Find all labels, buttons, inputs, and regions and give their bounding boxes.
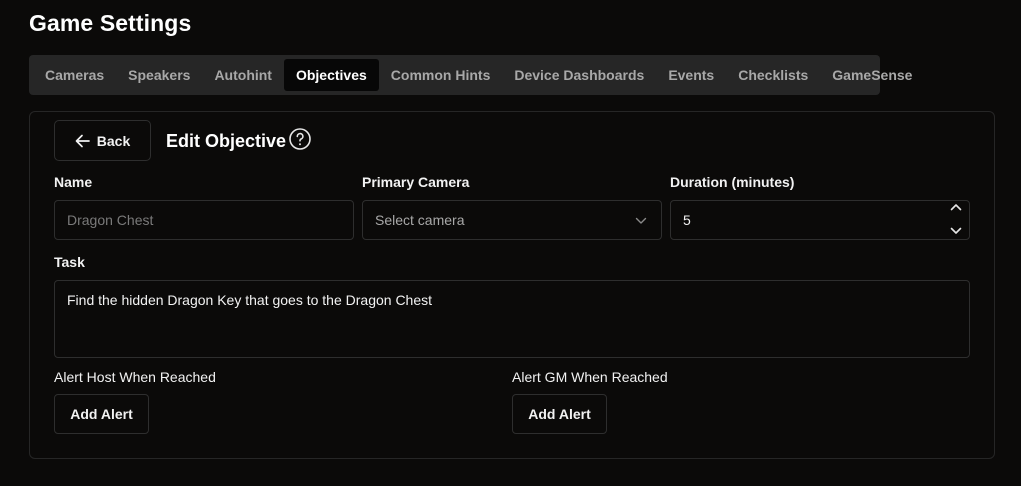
- alert-host-label: Alert Host When Reached: [54, 369, 216, 385]
- chevron-down-icon[interactable]: [950, 227, 962, 235]
- duration-label: Duration (minutes): [670, 174, 795, 190]
- chevron-down-icon: [635, 212, 647, 228]
- add-gm-alert-button[interactable]: Add Alert: [512, 394, 607, 434]
- arrow-left-icon: [75, 134, 90, 148]
- task-label: Task: [54, 254, 85, 270]
- back-button-label: Back: [96, 132, 131, 149]
- settings-tabbar: Cameras Speakers Autohint Objectives Com…: [29, 55, 912, 95]
- chevron-up-icon[interactable]: [950, 203, 962, 211]
- page-title: Game Settings: [29, 10, 192, 36]
- primary-camera-label: Primary Camera: [362, 174, 470, 190]
- primary-camera-placeholder: Select camera: [375, 212, 465, 228]
- tab-autohint[interactable]: Autohint: [202, 59, 284, 91]
- tab-gamesense[interactable]: GameSense: [820, 59, 924, 91]
- name-label: Name: [54, 174, 93, 190]
- tab-objectives[interactable]: Objectives: [283, 59, 379, 91]
- edit-objective-title: Edit Objective: [166, 131, 287, 151]
- question-circle-icon[interactable]: [288, 127, 312, 151]
- back-button[interactable]: Back: [54, 120, 151, 161]
- task-textarea[interactable]: Find the hidden Dragon Key that goes to …: [54, 280, 970, 358]
- tab-events[interactable]: Events: [656, 59, 726, 91]
- add-host-alert-button[interactable]: Add Alert: [54, 394, 149, 434]
- duration-stepper: [942, 200, 970, 238]
- tab-speakers[interactable]: Speakers: [116, 59, 202, 91]
- alert-gm-label: Alert GM When Reached: [512, 369, 668, 385]
- tab-device-dashboards[interactable]: Device Dashboards: [502, 59, 656, 91]
- name-input[interactable]: [54, 200, 354, 240]
- duration-field: [670, 200, 970, 240]
- tab-common-hints[interactable]: Common Hints: [379, 59, 503, 91]
- tab-checklists[interactable]: Checklists: [726, 59, 820, 91]
- primary-camera-select[interactable]: Select camera: [362, 200, 662, 240]
- duration-input[interactable]: [670, 200, 970, 240]
- objective-editor-card: Back Edit Objective Name Primary Camera …: [29, 111, 995, 459]
- tab-cameras[interactable]: Cameras: [33, 59, 116, 91]
